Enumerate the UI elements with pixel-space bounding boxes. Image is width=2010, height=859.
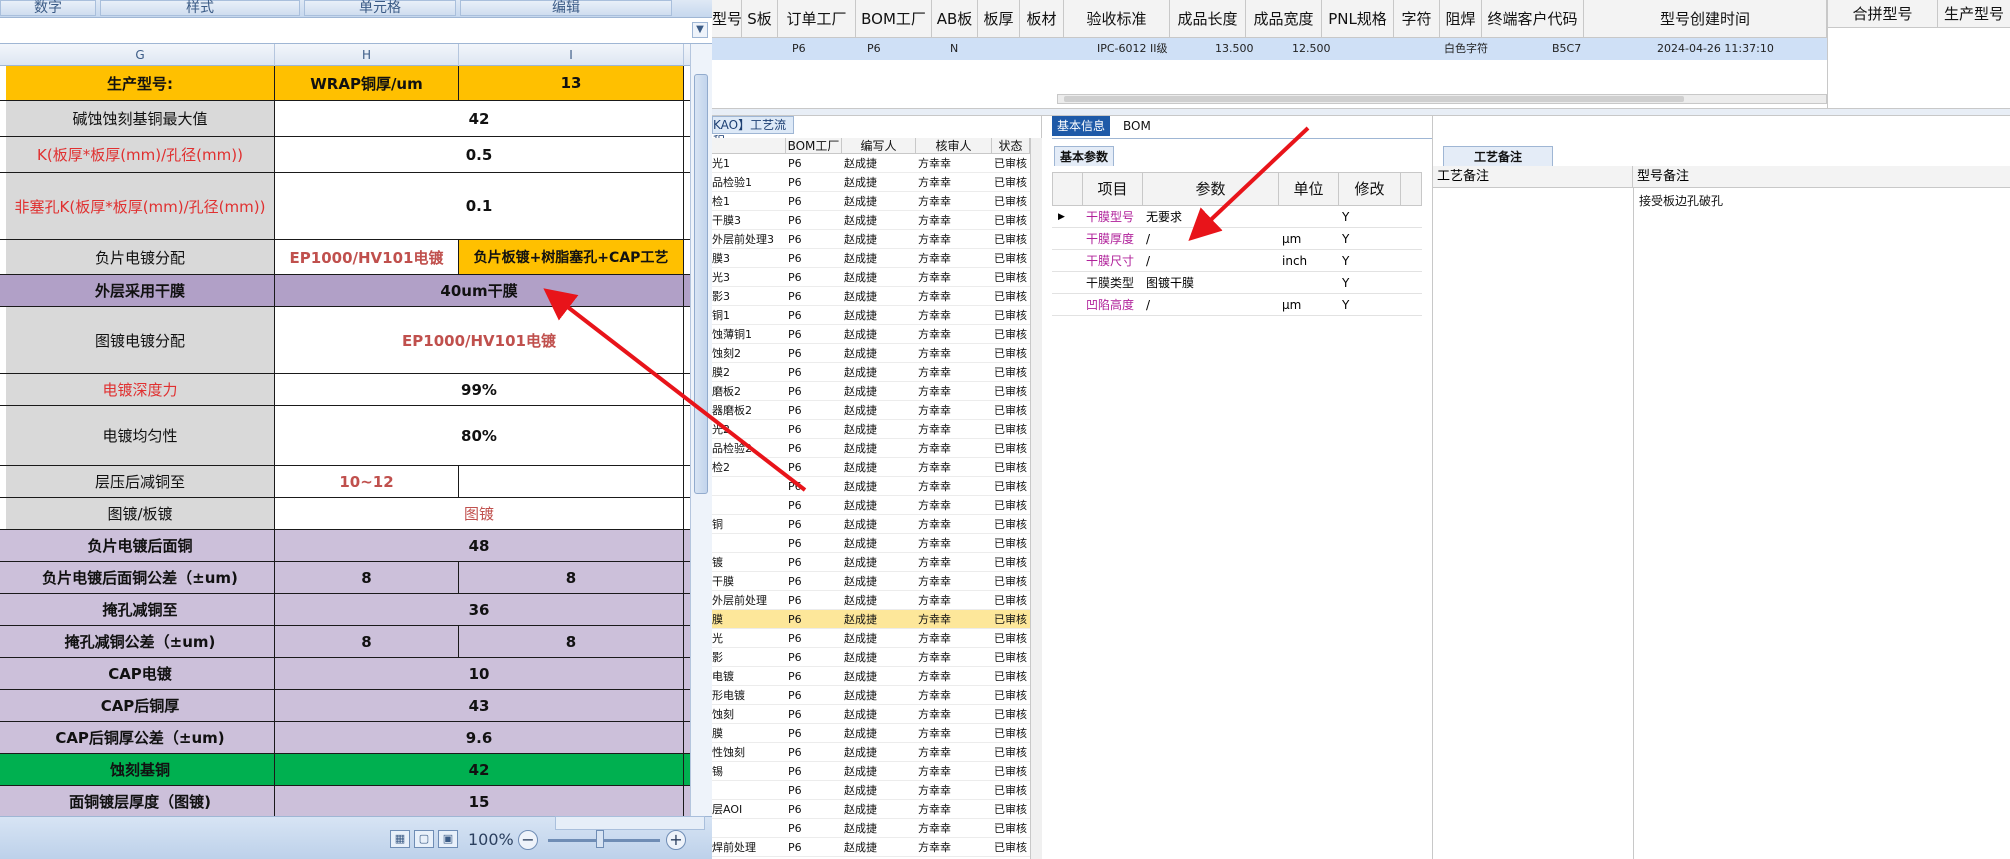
- arrow-to-dry-film-cell: [543, 288, 807, 492]
- arrow-to-dry-film-thickness: [1188, 126, 1310, 241]
- screen: { "excel":{ "ribbon":["数字","样式","单元格","编…: [0, 0, 2010, 859]
- annotation-overlay: [543, 126, 1310, 492]
